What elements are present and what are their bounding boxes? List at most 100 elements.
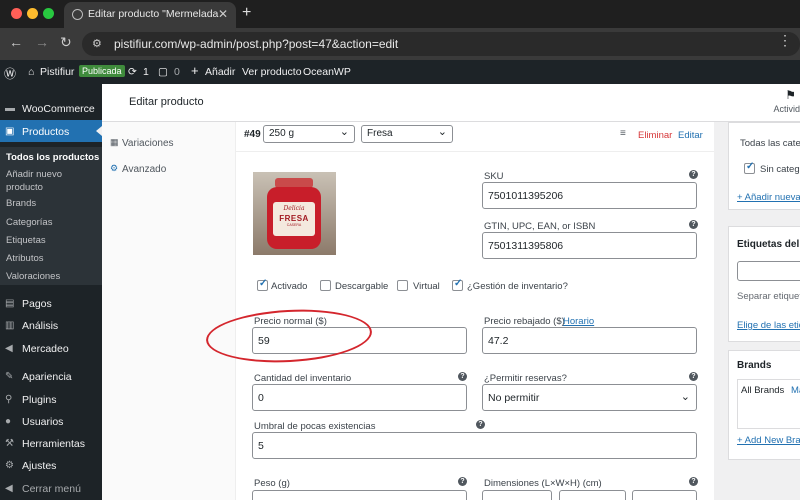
downloadable-checkbox[interactable]	[320, 280, 331, 291]
sidebar-item-plugins[interactable]: ⚲ Plugins	[0, 388, 102, 410]
category-checkbox[interactable]	[744, 161, 755, 174]
tab-avanzado[interactable]: ⚙ Avanzado	[102, 156, 236, 182]
wp-admin-bar: Ⓦ ⌂ Pistifiur Publicada ⟳ 1 ▢ 0 + Añadir…	[0, 60, 800, 84]
variation-header: #49 250 g Fresa ≡ Eliminar Editar	[236, 122, 714, 152]
sidebar-item-apariencia[interactable]: ✎ Apariencia	[0, 365, 102, 387]
wordpress-logo-icon[interactable]: Ⓦ	[4, 65, 16, 82]
stock-qty-input[interactable]: 0	[252, 384, 467, 411]
height-input[interactable]	[632, 490, 697, 500]
brands-more-tab[interactable]: Má	[791, 385, 800, 396]
box-icon: ▣	[5, 126, 15, 137]
sidebar-item-label: Herramientas	[22, 438, 86, 450]
help-icon[interactable]: ?	[689, 220, 698, 229]
minimize-window-button[interactable]	[27, 8, 38, 19]
tab-label: Variaciones	[122, 138, 174, 149]
sku-input[interactable]: 7501011395206	[482, 182, 697, 209]
grid-icon: ▦	[110, 137, 119, 147]
back-icon[interactable]: ←	[9, 34, 23, 50]
help-icon[interactable]: ?	[689, 477, 698, 486]
reload-icon[interactable]: ↻	[60, 34, 72, 51]
browser-menu-icon[interactable]: ⋮	[778, 32, 792, 49]
sidebar-item-pagos[interactable]: ▤ Pagos	[0, 292, 102, 314]
manage-stock-checkbox[interactable]	[452, 278, 463, 291]
submenu-anadir-nuevo[interactable]: Añadir nuevo producto	[6, 168, 76, 194]
jar-brand-text: Delicia	[283, 205, 305, 212]
submenu-brands[interactable]: Brands	[6, 197, 36, 210]
flag-icon[interactable]: ⚑	[785, 88, 796, 102]
submenu-todos-los-productos[interactable]: Todos los productos	[6, 151, 99, 164]
help-icon[interactable]: ?	[689, 170, 698, 179]
tags-input[interactable]	[737, 261, 800, 281]
user-icon: ●	[5, 416, 12, 427]
add-brand-link[interactable]: + Add New Bran	[737, 435, 800, 446]
submenu-etiquetas[interactable]: Etiquetas	[6, 234, 46, 247]
drag-handle-icon[interactable]: ≡	[620, 128, 626, 139]
sale-price-input[interactable]: 47.2	[482, 327, 697, 354]
sidebar-item-productos[interactable]: ▣ Productos	[0, 120, 102, 142]
comments-count: 0	[174, 66, 180, 78]
sidebar-item-usuarios[interactable]: ● Usuarios	[0, 410, 102, 432]
status-badge: Publicada	[79, 65, 125, 77]
sidebar-item-analisis[interactable]: ▥ Análisis	[0, 314, 102, 336]
tags-title: Etiquetas del p	[737, 239, 800, 250]
sidebar-item-label: Productos	[22, 126, 70, 138]
jar-sub-text: CASERA	[286, 223, 302, 227]
width-input[interactable]	[559, 490, 626, 500]
submenu-valoraciones[interactable]: Valoraciones	[6, 270, 60, 283]
flavor-select[interactable]: Fresa	[361, 125, 453, 143]
activity-link[interactable]: Activid	[773, 104, 800, 114]
length-input[interactable]	[482, 490, 552, 500]
stock-qty-label: Cantidad del inventario	[254, 373, 352, 384]
edit-variation-link[interactable]: Editar	[678, 130, 703, 141]
tab-variaciones[interactable]: ▦ Variaciones	[102, 130, 236, 156]
variation-number: #49	[244, 129, 261, 140]
add-new-link[interactable]: Añadir	[205, 66, 235, 78]
brands-box: Brands All Brands Má + Add New Bran	[728, 350, 800, 460]
address-bar[interactable]: ⚙ pistifiur.com/wp-admin/post.php?post=4…	[82, 32, 800, 56]
sidebar-item-ajustes[interactable]: ⚙ Ajustes	[0, 454, 102, 476]
forward-icon[interactable]: →	[35, 34, 49, 50]
remove-variation-link[interactable]: Eliminar	[638, 130, 672, 141]
categories-all-tab[interactable]: Todas las categ	[740, 138, 800, 149]
close-tab-icon[interactable]: ✕	[218, 7, 228, 21]
sidebar-item-label: Mercadeo	[22, 343, 69, 355]
submenu-categorias[interactable]: Categorías	[6, 216, 52, 229]
submenu-atributos[interactable]: Atributos	[6, 252, 44, 265]
help-icon[interactable]: ?	[458, 477, 467, 486]
sidebar-item-herramientas[interactable]: ⚒ Herramientas	[0, 432, 102, 454]
help-icon[interactable]: ?	[476, 420, 485, 429]
site-settings-icon[interactable]: ⚙	[92, 37, 102, 50]
sku-label: SKU	[484, 171, 504, 182]
comments-icon[interactable]: ▢	[158, 66, 168, 78]
gear-icon: ⚙	[110, 163, 119, 173]
sidebar-item-label: Apariencia	[22, 371, 72, 383]
site-name-link[interactable]: Pistifiur	[40, 66, 74, 78]
category-label: Sin categ	[760, 164, 800, 175]
low-stock-input[interactable]: 5	[252, 432, 697, 459]
gtin-input[interactable]: 7501311395806	[482, 232, 697, 259]
sidebar-item-cerrar-menu[interactable]: ◀ Cerrar menú	[0, 477, 102, 499]
brands-all-tab[interactable]: All Brands	[741, 385, 784, 396]
add-category-link[interactable]: + Añadir nueva	[737, 192, 800, 203]
schedule-link[interactable]: Horario	[563, 316, 594, 327]
virtual-checkbox[interactable]	[397, 280, 408, 291]
oceanwp-link[interactable]: OceanWP	[303, 66, 351, 78]
updates-icon[interactable]: ⟳	[128, 66, 137, 78]
sidebar-item-woocommerce[interactable]: ▬ WooCommerce	[0, 97, 102, 119]
close-window-button[interactable]	[11, 8, 22, 19]
backorders-select[interactable]: No permitir ⌄	[482, 384, 697, 411]
browser-tab[interactable]: Editar producto "Mermelada ✕	[64, 2, 236, 28]
help-icon[interactable]: ?	[458, 372, 467, 381]
enabled-checkbox[interactable]	[257, 278, 268, 291]
size-select[interactable]: 250 g	[263, 125, 355, 143]
sidebar-item-mercadeo[interactable]: ◀ Mercadeo	[0, 337, 102, 359]
help-icon[interactable]: ?	[689, 372, 698, 381]
view-product-link[interactable]: Ver producto	[242, 66, 302, 78]
sidebar-item-label: Ajustes	[22, 460, 57, 472]
new-tab-button[interactable]: +	[242, 4, 251, 22]
weight-input[interactable]	[252, 490, 467, 500]
gtin-value: 7501311395806	[488, 240, 564, 252]
maximize-window-button[interactable]	[43, 8, 54, 19]
choose-tags-link[interactable]: Elige de las etiq	[737, 320, 800, 331]
product-image[interactable]: Delicia FRESA CASERA	[253, 172, 336, 255]
